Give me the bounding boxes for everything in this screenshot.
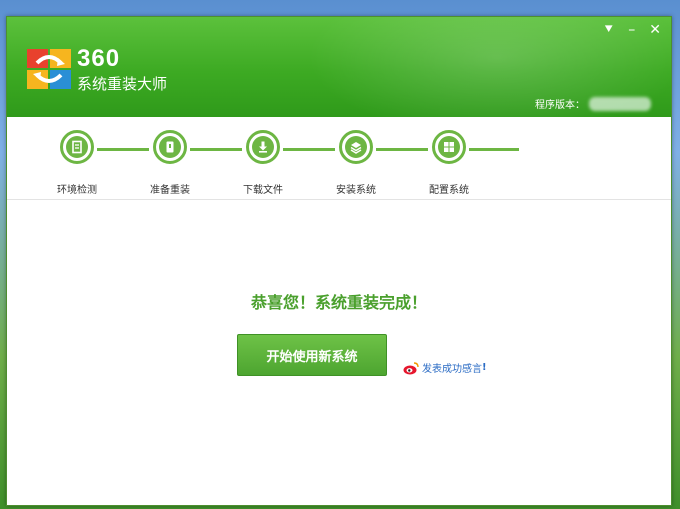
title-bar[interactable]: 360 系统重装大师 ⯆ – ✕ 程序版本： <box>7 17 671 137</box>
feedback-link-text[interactable]: 发表成功感言 <box>422 360 482 375</box>
step-label: 环境检测 <box>57 185 97 196</box>
step-connector <box>376 148 428 151</box>
windows-config-icon <box>444 142 454 152</box>
step-label: 配置系统 <box>429 185 469 196</box>
install-layers-icon <box>350 142 362 154</box>
download-icon <box>259 141 267 153</box>
step-connector <box>283 148 335 151</box>
step-connector <box>97 148 149 151</box>
step-circle-install <box>339 130 373 164</box>
feedback-link[interactable]: 发表成功感言 ! <box>403 360 487 375</box>
step-circle-configure <box>432 130 466 164</box>
step-circle-prepare <box>153 130 187 164</box>
360-logo-icon <box>27 49 71 89</box>
backup-icon <box>166 141 174 153</box>
document-check-icon <box>72 140 82 154</box>
window-controls: ⯆ – ✕ <box>603 23 661 37</box>
start-new-system-button[interactable]: 开始使用新系统 <box>237 334 387 376</box>
step-label: 下载文件 <box>243 185 283 196</box>
feedback-link-suffix: ! <box>482 362 487 373</box>
program-version: 程序版本： <box>535 96 651 111</box>
logo-number: 360 <box>77 45 121 72</box>
step-label: 准备重装 <box>150 185 190 196</box>
close-icon[interactable]: ✕ <box>649 23 661 37</box>
app-window: 360 系统重装大师 ⯆ – ✕ 程序版本： 环境检测 准备重装 下载文件 安装… <box>6 16 672 506</box>
version-value-blurred <box>589 96 651 111</box>
minimize-icon[interactable]: – <box>628 23 635 37</box>
step-connector <box>469 148 519 151</box>
progress-steps: 环境检测 准备重装 下载文件 安装系统 配置系统 <box>7 117 671 200</box>
logo-product-name: 系统重装大师 <box>77 75 168 93</box>
step-label: 安装系统 <box>336 185 376 196</box>
success-message: 恭喜您！系统重装完成！ <box>250 293 427 312</box>
menu-dropdown-icon[interactable]: ⯆ <box>603 23 614 37</box>
step-circle-env-check <box>60 130 94 164</box>
weibo-icon <box>403 361 419 374</box>
step-circle-download <box>246 130 280 164</box>
main-content: 恭喜您！系统重装完成！ 开始使用新系统 发表成功感言 ! <box>7 200 671 505</box>
step-connector <box>190 148 242 151</box>
version-label: 程序版本： <box>535 100 585 111</box>
